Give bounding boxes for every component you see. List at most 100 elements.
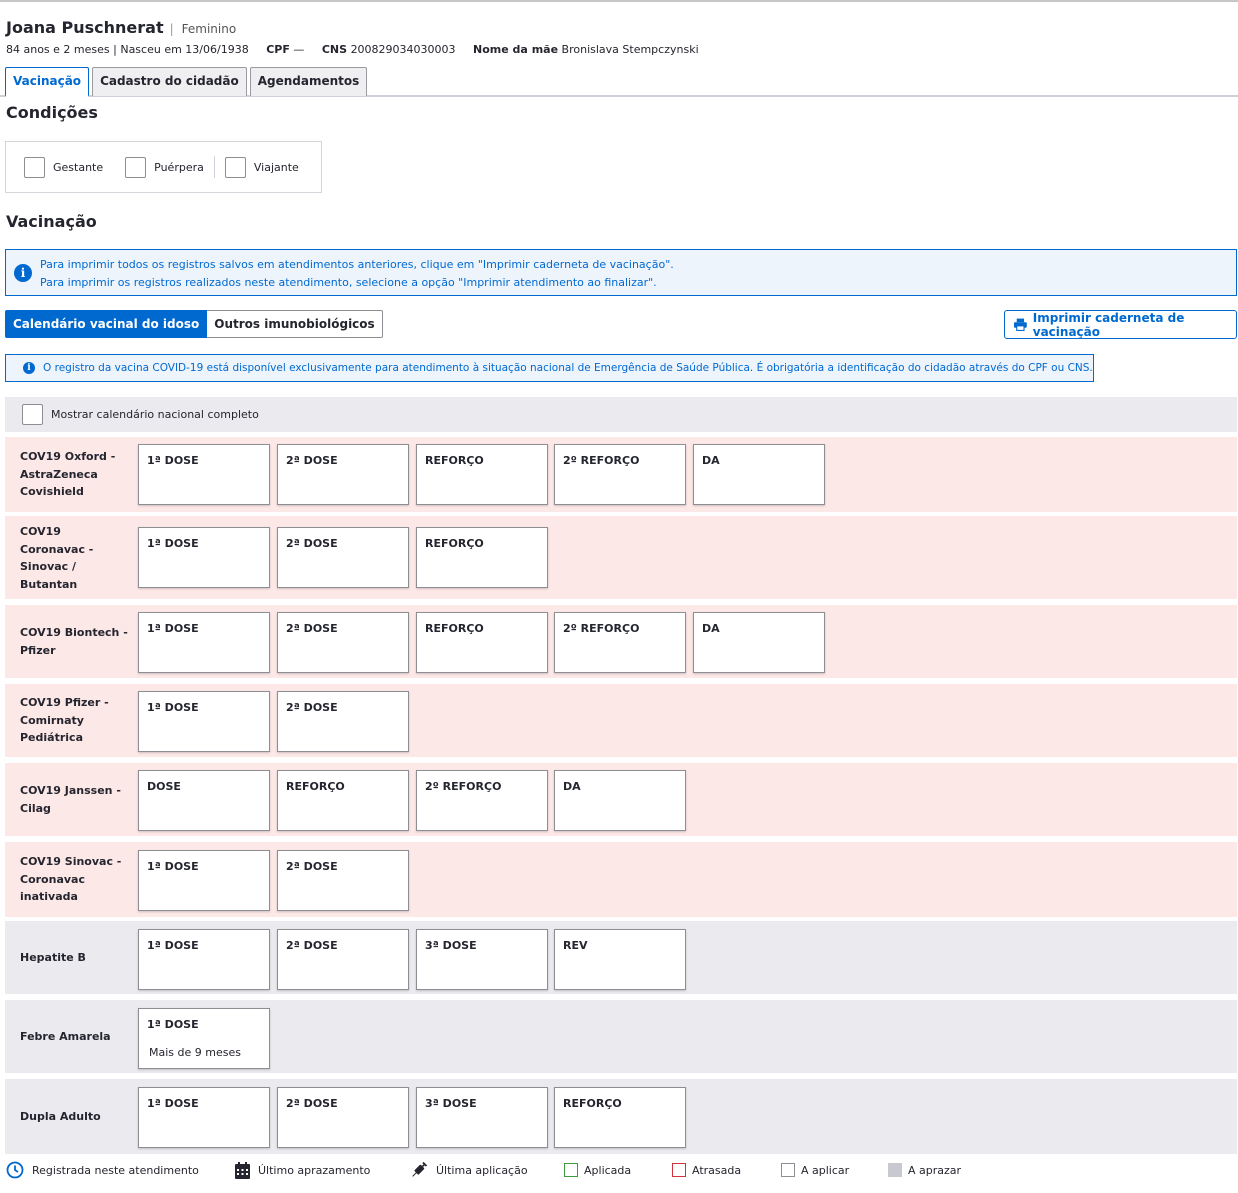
dose-label: 1ª DOSE: [147, 939, 199, 952]
dose-card[interactable]: 2ª DOSE: [277, 929, 409, 990]
cpf-value: —: [293, 43, 305, 56]
condition-puerpera[interactable]: Puérpera: [125, 156, 204, 178]
dose-card[interactable]: REFORÇO: [277, 770, 409, 831]
dose-label: 1ª DOSE: [147, 454, 199, 467]
tab-bar: Vacinação Cadastro do cidadão Agendament…: [5, 67, 370, 97]
dose-card[interactable]: 2ª DOSE: [277, 612, 409, 673]
dose-card[interactable]: REFORÇO: [416, 527, 548, 588]
calendar-idoso-button[interactable]: Calendário vacinal do idoso: [5, 310, 208, 338]
legend-late-label: Atrasada: [692, 1163, 742, 1177]
dose-card[interactable]: 2º REFORÇO: [554, 612, 686, 673]
dose-label: 2º REFORÇO: [563, 454, 640, 467]
info-icon: i: [14, 264, 32, 282]
show-full-calendar-checkbox[interactable]: [22, 404, 43, 425]
condition-gestante[interactable]: Gestante: [24, 156, 104, 178]
vaccine-name: COV19 Oxford - AstraZeneca Covishield: [20, 450, 116, 498]
dose-card[interactable]: 1ª DOSE: [138, 444, 270, 505]
clock-icon: [6, 1161, 24, 1179]
legend-late: Atrasada: [672, 1159, 741, 1181]
dose-card[interactable]: 1ª DOSE: [138, 691, 270, 752]
dose-card[interactable]: 1ª DOSE: [138, 1087, 270, 1148]
printer-icon: [1014, 318, 1027, 331]
gestante-label: Gestante: [53, 160, 104, 174]
vaccine-row: COV19 Pfizer - Comirnaty Pediátrica 1ª DO…: [5, 684, 1237, 757]
legend-last-scheduling-label: Último aprazamento: [258, 1163, 371, 1177]
dose-card[interactable]: 3ª DOSE: [416, 929, 548, 990]
dose-card[interactable]: DOSE: [138, 770, 270, 831]
vaccination-title: Vacinação: [6, 212, 97, 231]
conditions-title: Condições: [6, 103, 98, 122]
dose-card[interactable]: 2ª DOSE: [277, 850, 409, 911]
vaccine-name: COV19 Pfizer - Comirnaty Pediátrica: [20, 696, 109, 744]
tab-cadastro[interactable]: Cadastro do cidadão: [92, 67, 247, 96]
cns-value: 200829034030003: [350, 43, 456, 56]
legend-to-apply: A aplicar: [781, 1159, 849, 1181]
viajante-checkbox[interactable]: [224, 156, 246, 178]
dose-card[interactable]: 1ª DOSE: [138, 527, 270, 588]
cns-label: CNS: [321, 43, 348, 56]
dose-card[interactable]: DA: [693, 612, 825, 673]
legend: Registrada neste atendimento Último apra…: [6, 1159, 1238, 1181]
dose-card[interactable]: 1ª DOSE Mais de 9 meses: [138, 1008, 270, 1069]
dose-card[interactable]: REFORÇO: [416, 612, 548, 673]
tab-agendamentos[interactable]: Agendamentos: [249, 67, 368, 96]
dose-label: 3ª DOSE: [425, 939, 477, 952]
dose-label: 2ª DOSE: [286, 622, 338, 635]
dose-card[interactable]: DA: [554, 770, 686, 831]
dose-label: DA: [702, 454, 720, 467]
dose-label: 1ª DOSE: [147, 860, 199, 873]
covid-notice: i O registro da vacina COVID-19 está dis…: [5, 354, 1094, 382]
dose-label: 2ª DOSE: [286, 454, 338, 467]
tab-vacinacao[interactable]: Vacinação: [5, 67, 90, 97]
dose-card[interactable]: DA: [693, 444, 825, 505]
vaccine-name: Hepatite B: [20, 951, 86, 964]
dose-label: 2º REFORÇO: [425, 780, 502, 793]
print-info-alert: i Para imprimir todos os registros salvo…: [5, 249, 1237, 296]
dose-label: 2ª DOSE: [286, 860, 338, 873]
calendar-switch: Calendário vacinal do idoso Outros imuno…: [5, 310, 383, 338]
legend-applied: Aplicada: [564, 1159, 631, 1181]
dose-label: REFORÇO: [425, 622, 484, 635]
dose-card[interactable]: 1ª DOSE: [138, 612, 270, 673]
vaccine-name: COV19 Biontech - Pfizer: [20, 626, 128, 657]
mother-value: Bronislava Stempczynski: [561, 43, 699, 56]
show-full-calendar[interactable]: Mostrar calendário nacional completo: [5, 397, 1237, 432]
dose-card[interactable]: 2ª DOSE: [277, 691, 409, 752]
other-immunobiologicals-button[interactable]: Outros imunobiológicos: [207, 310, 383, 338]
dose-card[interactable]: REFORÇO: [416, 444, 548, 505]
gestante-checkbox[interactable]: [24, 156, 45, 178]
dose-card[interactable]: 2º REFORÇO: [554, 444, 686, 505]
vaccine-row: COV19 Oxford - AstraZeneca Covishield 1ª …: [5, 437, 1237, 512]
legend-registered-label: Registrada neste atendimento: [32, 1163, 199, 1177]
dose-label: 1ª DOSE: [147, 622, 199, 635]
puerpera-checkbox[interactable]: [125, 156, 147, 178]
dose-card[interactable]: 1ª DOSE: [138, 929, 270, 990]
vaccine-row: Hepatite B 1ª DOSE 2ª DOSE 3ª DOSE REV: [5, 921, 1237, 994]
dose-card[interactable]: 2ª DOSE: [277, 444, 409, 505]
dose-label: 3ª DOSE: [425, 1097, 477, 1110]
applied-swatch: [564, 1163, 578, 1177]
dose-card[interactable]: 3ª DOSE: [416, 1087, 548, 1148]
legend-last-scheduling: Último aprazamento: [235, 1159, 370, 1181]
patient-header: Joana Puschnerat Feminino: [6, 18, 236, 37]
print-info-line2: Para imprimir os registros realizados ne…: [40, 276, 657, 289]
legend-to-apply-label: A aplicar: [801, 1163, 850, 1177]
dose-card[interactable]: REV: [554, 929, 686, 990]
condition-viajante[interactable]: Viajante: [224, 156, 299, 178]
dose-card[interactable]: 2ª DOSE: [277, 1087, 409, 1148]
dose-card[interactable]: REFORÇO: [554, 1087, 686, 1148]
legend-last-application: Última aplicação: [410, 1159, 528, 1181]
dose-label: REV: [563, 939, 588, 952]
dose-card[interactable]: 2º REFORÇO: [416, 770, 548, 831]
print-info-line1: Para imprimir todos os registros salvos …: [40, 258, 674, 271]
print-booklet-button[interactable]: Imprimir caderneta de vacinação: [1004, 310, 1237, 339]
dose-card[interactable]: 2ª DOSE: [277, 527, 409, 588]
dose-age-note: Mais de 9 meses: [149, 1046, 241, 1059]
show-full-calendar-label: Mostrar calendário nacional completo: [51, 408, 259, 421]
mother-label: Nome da mãe: [473, 43, 559, 56]
legend-last-application-label: Última aplicação: [436, 1163, 528, 1177]
vaccine-row: Dupla Adulto 1ª DOSE 2ª DOSE 3ª DOSE REFORÇO: [5, 1079, 1237, 1154]
conditions-separator: [213, 156, 215, 178]
syringe-icon: [412, 1161, 428, 1177]
dose-card[interactable]: 1ª DOSE: [138, 850, 270, 911]
